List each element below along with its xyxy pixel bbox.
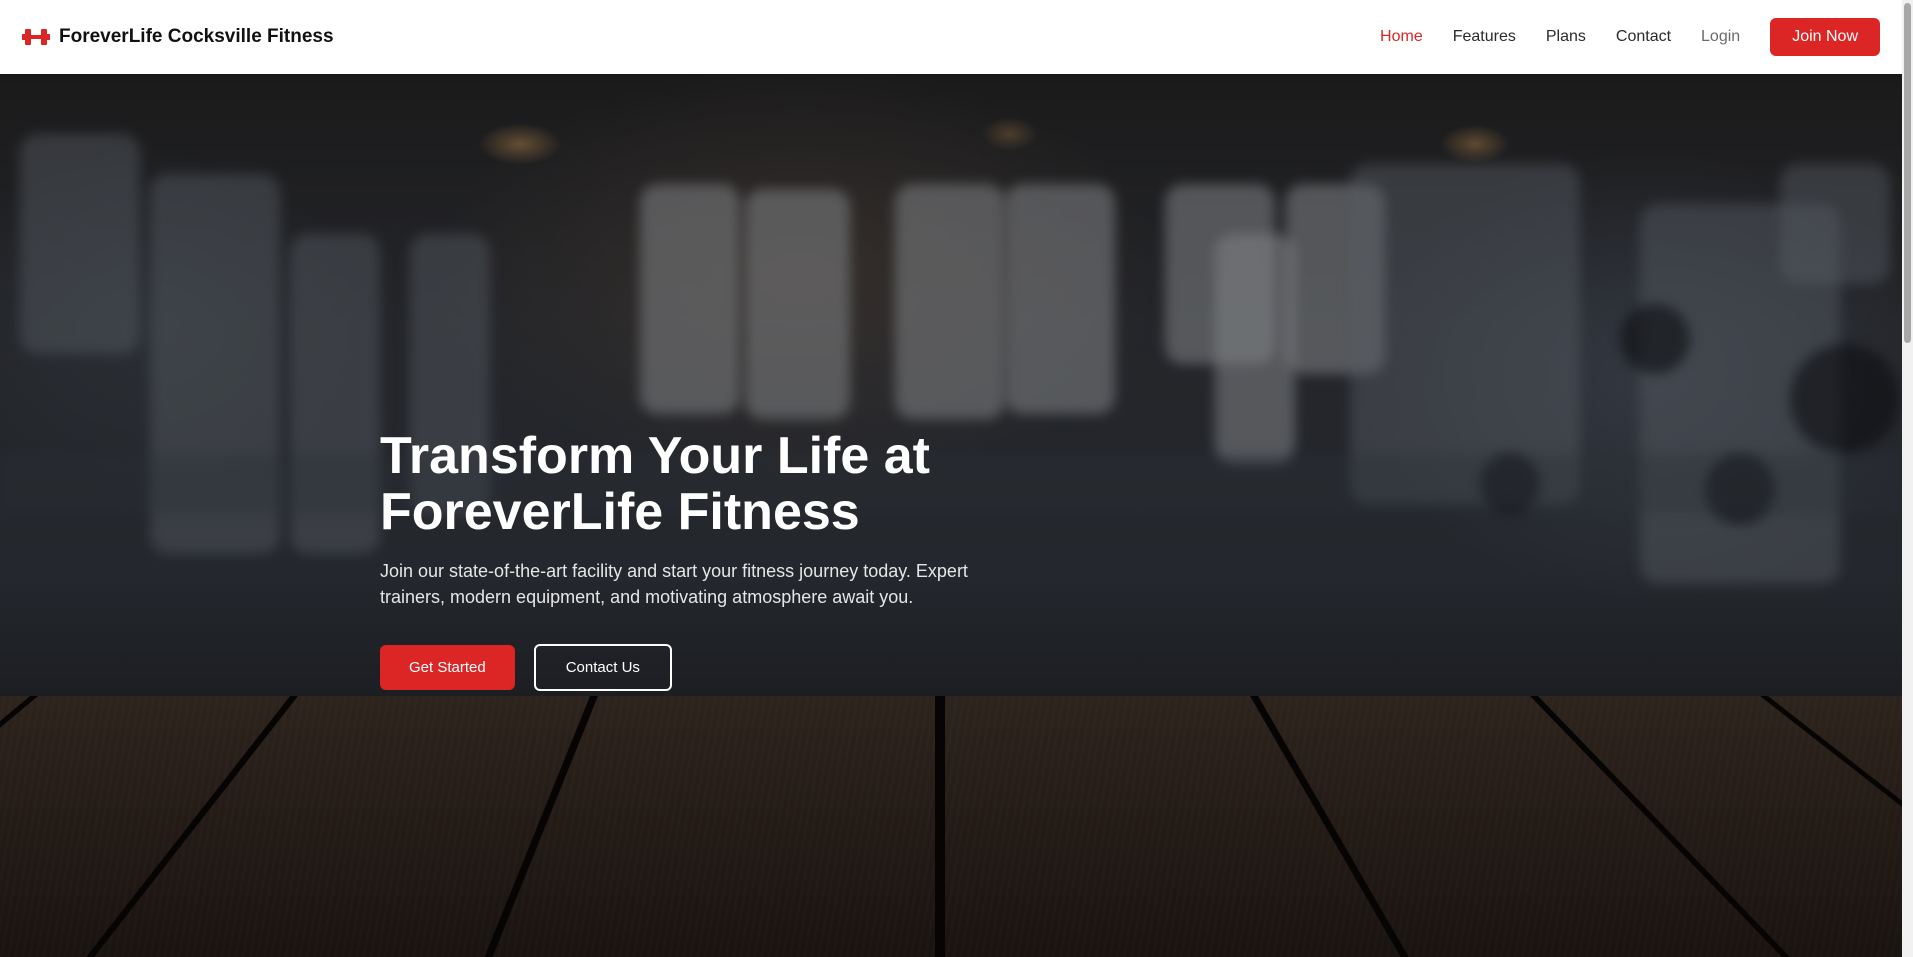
hero-title-line1: Transform Your Life at <box>380 427 930 485</box>
contact-us-button[interactable]: Contact Us <box>533 644 672 691</box>
navbar: ForeverLife Cocksville Fitness Home Feat… <box>0 0 1902 74</box>
nav-link-plans[interactable]: Plans <box>1546 28 1586 46</box>
dumbbell-icon <box>22 29 50 45</box>
page-scrollbar[interactable] <box>1902 0 1913 957</box>
get-started-button[interactable]: Get Started <box>380 645 515 690</box>
hero-title: Transform Your Life at ForeverLife Fitne… <box>380 428 1030 540</box>
scrollbar-thumb[interactable] <box>1904 3 1911 343</box>
hero-section: Transform Your Life at ForeverLife Fitne… <box>0 74 1902 957</box>
brand[interactable]: ForeverLife Cocksville Fitness <box>22 26 334 48</box>
hero-content: Transform Your Life at ForeverLife Fitne… <box>380 428 1030 691</box>
join-now-button[interactable]: Join Now <box>1770 18 1880 56</box>
nav-link-features[interactable]: Features <box>1453 28 1516 46</box>
nav-link-home[interactable]: Home <box>1380 28 1423 46</box>
hero-subtitle: Join our state-of-the-art facility and s… <box>380 561 968 607</box>
brand-name: ForeverLife Cocksville Fitness <box>59 26 334 47</box>
hero-buttons: Get Started Contact Us <box>380 644 1030 691</box>
nav-link-contact[interactable]: Contact <box>1616 28 1671 46</box>
nav-link-login[interactable]: Login <box>1701 28 1740 46</box>
hero-title-line2: ForeverLife Fitness <box>380 483 860 541</box>
nav-links: Home Features Plans Contact Login Join N… <box>1350 18 1880 56</box>
